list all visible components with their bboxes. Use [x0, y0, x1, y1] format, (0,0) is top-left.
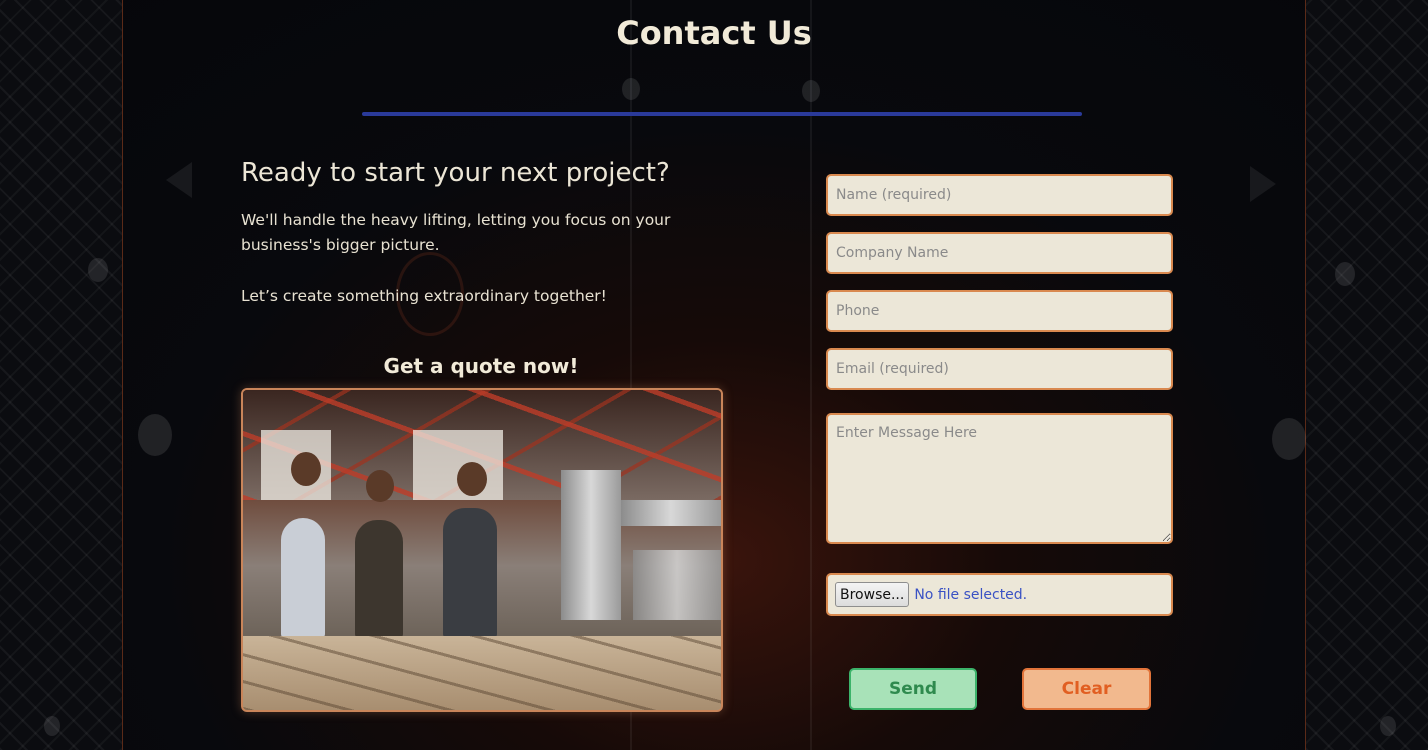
send-button[interactable]: Send	[849, 668, 977, 710]
bg-dot	[622, 78, 640, 100]
browse-button[interactable]: Browse...	[835, 582, 910, 607]
photo-window	[413, 430, 503, 500]
bg-dot	[1335, 262, 1355, 286]
email-field[interactable]	[826, 348, 1173, 390]
file-status: No file selected.	[914, 586, 1028, 603]
left-decor-panel	[0, 0, 123, 750]
bg-dot	[88, 258, 108, 282]
bg-dot	[1380, 716, 1396, 736]
message-field[interactable]	[826, 413, 1173, 544]
photo-person	[281, 518, 325, 638]
workshop-photo	[241, 388, 723, 712]
bg-triangle	[166, 162, 192, 198]
bg-dot	[802, 80, 820, 102]
bg-dot	[138, 414, 172, 456]
title-divider	[362, 112, 1082, 116]
page-title: Contact Us	[616, 14, 812, 52]
name-field[interactable]	[826, 174, 1173, 216]
photo-head	[457, 462, 487, 496]
quote-heading: Get a quote now!	[383, 354, 579, 378]
intro-text-2: Let’s create something extraordinary tog…	[241, 287, 607, 305]
photo-head	[291, 452, 321, 486]
photo-person	[443, 508, 497, 638]
bg-dot	[44, 716, 60, 736]
photo-machine	[561, 470, 621, 620]
file-upload: Browse... No file selected.	[826, 573, 1173, 616]
clear-button[interactable]: Clear	[1022, 668, 1151, 710]
bg-dot	[1272, 418, 1306, 460]
photo-machine-arm	[621, 500, 721, 526]
company-field[interactable]	[826, 232, 1173, 274]
contact-page: Contact Us Ready to start your next proj…	[0, 0, 1428, 750]
headline: Ready to start your next project?	[241, 158, 670, 188]
photo-machine-rail	[633, 550, 721, 620]
photo-person	[355, 520, 403, 638]
phone-field[interactable]	[826, 290, 1173, 332]
bg-triangle	[1250, 166, 1276, 202]
photo-head	[366, 470, 394, 502]
photo-work-bed	[243, 636, 721, 710]
intro-text: We'll handle the heavy lifting, letting …	[241, 211, 671, 254]
right-decor-panel	[1305, 0, 1428, 750]
